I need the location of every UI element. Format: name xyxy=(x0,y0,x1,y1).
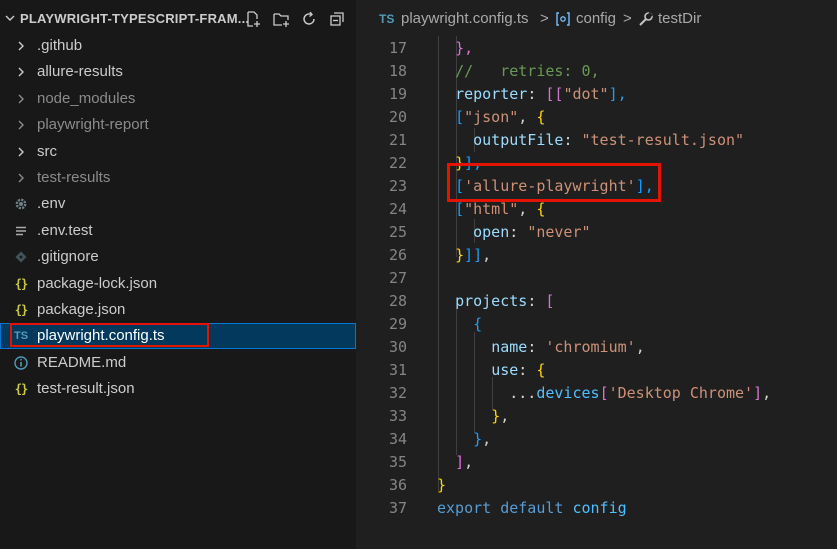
highlight-box xyxy=(447,163,661,202)
line-number: 28 xyxy=(388,292,407,310)
tree-item-test-result-json[interactable]: {} test-result.json xyxy=(0,376,356,402)
explorer-sidebar: PLAYWRIGHT-TYPESCRIPT-FRAM... .github al… xyxy=(0,0,356,549)
chevron-down-icon[interactable] xyxy=(4,11,16,29)
gear-icon xyxy=(13,196,29,212)
tree-item-test-results-folder[interactable]: test-results xyxy=(0,165,356,191)
chevron-right-icon xyxy=(13,64,29,80)
tree-item-label: node_modules xyxy=(37,90,136,107)
code-line: 19 reporter: [["dot"], xyxy=(356,82,837,105)
tree-item-label: .env xyxy=(37,195,66,212)
json-icon: {} xyxy=(14,303,28,317)
line-number: 20 xyxy=(388,108,407,126)
tree-item-package-lock-json[interactable]: {} package-lock.json xyxy=(0,271,356,297)
line-number: 34 xyxy=(388,430,407,448)
new-file-icon[interactable] xyxy=(242,8,264,30)
new-folder-icon[interactable] xyxy=(270,8,292,30)
tree-item-label: .github xyxy=(37,37,83,54)
json-icon: {} xyxy=(14,277,28,291)
line-number: 21 xyxy=(388,131,407,149)
tree-item-label: README.md xyxy=(37,354,127,371)
code-line: 35 ], xyxy=(356,450,837,473)
line-number: 35 xyxy=(388,453,407,471)
code-line: 20 ["json", { xyxy=(356,105,837,128)
code-line: 17 }, xyxy=(356,36,837,59)
line-number: 27 xyxy=(388,269,407,287)
line-number: 32 xyxy=(388,384,407,402)
code-line: 26 }]], xyxy=(356,243,837,266)
code-area[interactable]: 17 }, 18 // retries: 0, 19 reporter: [["… xyxy=(356,0,837,549)
chevron-right-icon xyxy=(13,91,29,107)
tree-item-env-test-file[interactable]: .env.test xyxy=(0,218,356,244)
line-number: 17 xyxy=(388,39,407,57)
code-line: 25 open: "never" xyxy=(356,220,837,243)
vscode-window: PLAYWRIGHT-TYPESCRIPT-FRAM... .github al… xyxy=(0,0,837,549)
line-number: 37 xyxy=(388,499,407,517)
highlight-box xyxy=(10,323,209,347)
line-number: 33 xyxy=(388,407,407,425)
tree-item-gitignore-file[interactable]: .gitignore xyxy=(0,244,356,270)
code-editor[interactable]: TS playwright.config.ts > config > testD… xyxy=(356,0,837,549)
tree-item-label: test-result.json xyxy=(37,380,135,397)
line-number: 25 xyxy=(388,223,407,241)
tree-item-label: allure-results xyxy=(37,63,123,80)
code-line: 31 use: { xyxy=(356,358,837,381)
code-line: 32 ...devices['Desktop Chrome'], xyxy=(356,381,837,404)
chevron-right-icon xyxy=(13,117,29,133)
code-line: 28 projects: [ xyxy=(356,289,837,312)
tree-item-node-modules-folder[interactable]: node_modules xyxy=(0,86,356,112)
line-number: 29 xyxy=(388,315,407,333)
tree-item-label: test-results xyxy=(37,169,111,186)
collapse-all-icon[interactable] xyxy=(326,8,348,30)
chevron-right-icon xyxy=(13,170,29,186)
line-number: 26 xyxy=(388,246,407,264)
line-number: 31 xyxy=(388,361,407,379)
json-icon: {} xyxy=(14,382,28,396)
code-line: 37 export default config xyxy=(356,496,837,519)
line-number: 36 xyxy=(388,476,407,494)
git-diamond-icon xyxy=(13,249,29,265)
explorer-header[interactable]: PLAYWRIGHT-TYPESCRIPT-FRAM... xyxy=(0,6,356,32)
tree-item-package-json[interactable]: {} package.json xyxy=(0,297,356,323)
tree-item-label: src xyxy=(37,143,57,160)
line-number: 24 xyxy=(388,200,407,218)
chevron-right-icon xyxy=(13,144,29,160)
tree-item-src-folder[interactable]: src xyxy=(0,139,356,165)
code-line: 33 }, xyxy=(356,404,837,427)
code-line: 36 } xyxy=(356,473,837,496)
line-number: 18 xyxy=(388,62,407,80)
tree-item-label: .env.test xyxy=(37,222,93,239)
tree-item-label: .gitignore xyxy=(37,248,99,265)
explorer-actions xyxy=(242,8,348,30)
chevron-right-icon xyxy=(13,38,29,54)
info-icon xyxy=(13,355,29,371)
tree-item-allure-results-folder[interactable]: allure-results xyxy=(0,59,356,85)
tree-item-label: playwright-report xyxy=(37,116,149,133)
tree-item-label: package.json xyxy=(37,301,126,318)
tree-item-playwright-report-folder[interactable]: playwright-report xyxy=(0,112,356,138)
tree-item-env-file[interactable]: .env xyxy=(0,191,356,217)
refresh-icon[interactable] xyxy=(298,8,320,30)
code-line: 34 }, xyxy=(356,427,837,450)
line-number: 23 xyxy=(388,177,407,195)
tree-item-label: package-lock.json xyxy=(37,275,158,292)
tree-item-readme[interactable]: README.md xyxy=(0,350,356,376)
tree-item-github-folder[interactable]: .github xyxy=(0,33,356,59)
code-line: 29 { xyxy=(356,312,837,335)
code-line: 21 outputFile: "test-result.json" xyxy=(356,128,837,151)
line-number: 30 xyxy=(388,338,407,356)
code-line: 18 // retries: 0, xyxy=(356,59,837,82)
line-number: 22 xyxy=(388,154,407,172)
lines-icon xyxy=(13,223,29,239)
code-line: 30 name: 'chromium', xyxy=(356,335,837,358)
code-line: 27 xyxy=(356,266,837,289)
line-number: 19 xyxy=(388,85,407,103)
explorer-title: PLAYWRIGHT-TYPESCRIPT-FRAM... xyxy=(20,11,250,26)
